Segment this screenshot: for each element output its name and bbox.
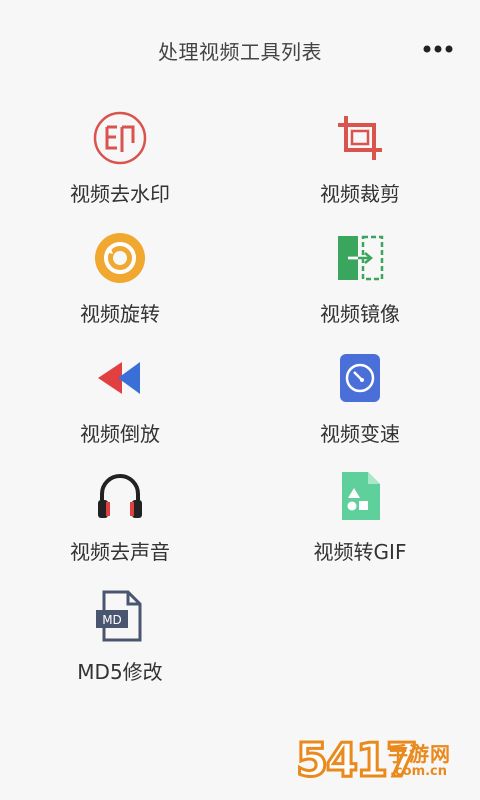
tool-crop[interactable]: 视频裁剪 (260, 100, 460, 210)
tool-label: 视频倒放 (80, 422, 160, 446)
tool-label: 视频转GIF (313, 540, 407, 564)
tool-label: MD5修改 (77, 660, 163, 684)
tool-to-gif[interactable]: 视频转GIF (260, 458, 460, 568)
app-header: 处理视频工具列表 (0, 0, 480, 100)
headphones-icon (90, 466, 150, 526)
more-button[interactable] (420, 36, 456, 62)
gif-file-icon (330, 466, 390, 526)
crop-icon (330, 108, 390, 168)
tool-speed[interactable]: 视频变速 (260, 340, 460, 450)
tool-mirror[interactable]: 视频镜像 (260, 220, 460, 330)
watermark-site-name: 手游网 (388, 742, 451, 766)
tool-label: 视频去水印 (70, 182, 170, 206)
tool-reverse[interactable]: 视频倒放 (20, 340, 220, 450)
watermark-url: .com.cn (390, 764, 448, 779)
tool-label: 视频裁剪 (320, 182, 400, 206)
md-file-icon: MD (90, 586, 150, 646)
tool-remove-watermark[interactable]: 视频去水印 (20, 100, 220, 210)
page-title: 处理视频工具列表 (158, 40, 322, 64)
more-dots-icon (423, 45, 453, 53)
speed-dial-icon (330, 348, 390, 408)
watermark-remove-icon (90, 108, 150, 168)
tool-label: 视频去声音 (70, 540, 170, 564)
site-watermark: 5417 手游网 .com.cn (294, 732, 474, 792)
tool-remove-audio[interactable]: 视频去声音 (20, 458, 220, 568)
mirror-icon (330, 228, 390, 288)
tool-label: 视频变速 (320, 422, 400, 446)
tool-label: 视频旋转 (80, 302, 160, 326)
tool-md5-modify[interactable]: MD MD5修改 (20, 578, 220, 688)
rewind-icon (90, 348, 150, 408)
svg-text:MD: MD (102, 613, 122, 627)
tool-label: 视频镜像 (320, 302, 400, 326)
tool-rotate[interactable]: 视频旋转 (20, 220, 220, 330)
rotate-icon (90, 228, 150, 288)
